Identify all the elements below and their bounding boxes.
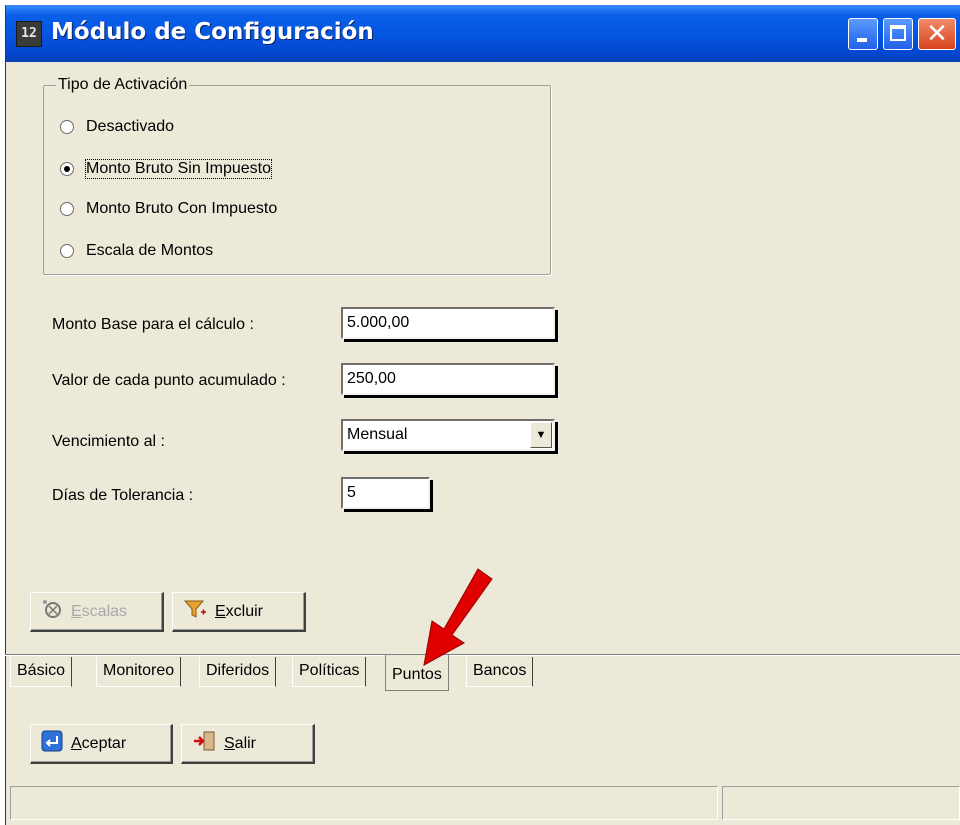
radio-desactivado[interactable]: Desactivado [60, 114, 174, 140]
valor-punto-input[interactable]: 250,00 [341, 363, 555, 395]
radio-label: Escala de Montos [86, 242, 214, 259]
escalas-label: Escalas [71, 602, 128, 620]
vencimiento-select[interactable]: Mensual ▼ [341, 419, 555, 451]
excluir-label: Excluir [215, 602, 264, 620]
radio-monto-bruto-con-impuesto[interactable]: Monto Bruto Con Impuesto [60, 196, 277, 222]
status-bar [10, 786, 960, 820]
vencimiento-value: Mensual [347, 426, 408, 443]
valor-punto-label: Valor de cada punto acumulado : [52, 372, 286, 389]
radio-escala-de-montos[interactable]: Escala de Montos [60, 238, 213, 264]
aceptar-button[interactable]: Aceptar [30, 724, 173, 764]
dias-tolerancia-input[interactable]: 5 [341, 477, 430, 509]
chevron-down-icon[interactable]: ▼ [530, 422, 552, 448]
excluir-button[interactable]: Excluir [172, 592, 306, 632]
radio-circle-selected[interactable] [60, 162, 74, 176]
monto-base-label: Monto Base para el cálculo : [52, 316, 254, 333]
salir-label: Salir [224, 734, 257, 752]
scales-icon [41, 598, 63, 625]
status-pane-secondary [722, 786, 960, 820]
radio-circle[interactable] [60, 244, 74, 258]
tab-politicas[interactable]: Políticas [292, 657, 367, 687]
close-icon: ✕ [926, 19, 948, 49]
annotation-arrow-icon [423, 568, 493, 666]
filter-icon [183, 598, 207, 625]
radio-circle[interactable] [60, 120, 74, 134]
minimize-icon [857, 38, 867, 42]
dias-tolerancia-label: Días de Tolerancia : [52, 487, 194, 504]
exit-door-icon [192, 730, 216, 757]
activation-legend: Tipo de Activación [56, 76, 190, 94]
aceptar-label: Aceptar [71, 734, 127, 752]
radio-label: Monto Bruto Con Impuesto [86, 200, 278, 217]
status-pane-main [10, 786, 718, 820]
minimize-button[interactable] [848, 18, 878, 50]
enter-icon [41, 730, 63, 757]
escalas-button[interactable]: Escalas [30, 592, 164, 632]
radio-label: Desactivado [86, 118, 175, 135]
close-button[interactable]: ✕ [918, 18, 956, 50]
tab-basico[interactable]: Básico [10, 657, 73, 687]
tab-diferidos[interactable]: Diferidos [199, 657, 277, 687]
salir-button[interactable]: Salir [181, 724, 315, 764]
title-bar[interactable]: 12 Módulo de Configuración ✕ [6, 5, 960, 62]
radio-monto-bruto-sin-impuesto[interactable]: Monto Bruto Sin Impuesto [60, 156, 272, 182]
maximize-button[interactable] [883, 18, 913, 50]
tab-monitoreo[interactable]: Monitoreo [96, 657, 182, 687]
radio-circle[interactable] [60, 202, 74, 216]
vencimiento-label: Vencimiento al : [52, 433, 165, 450]
window-title: Módulo de Configuración [51, 19, 374, 45]
radio-label: Monto Bruto Sin Impuesto [85, 159, 272, 179]
app-icon: 12 [16, 21, 42, 47]
maximize-icon [890, 25, 906, 41]
monto-base-input[interactable]: 5.000,00 [341, 307, 555, 339]
